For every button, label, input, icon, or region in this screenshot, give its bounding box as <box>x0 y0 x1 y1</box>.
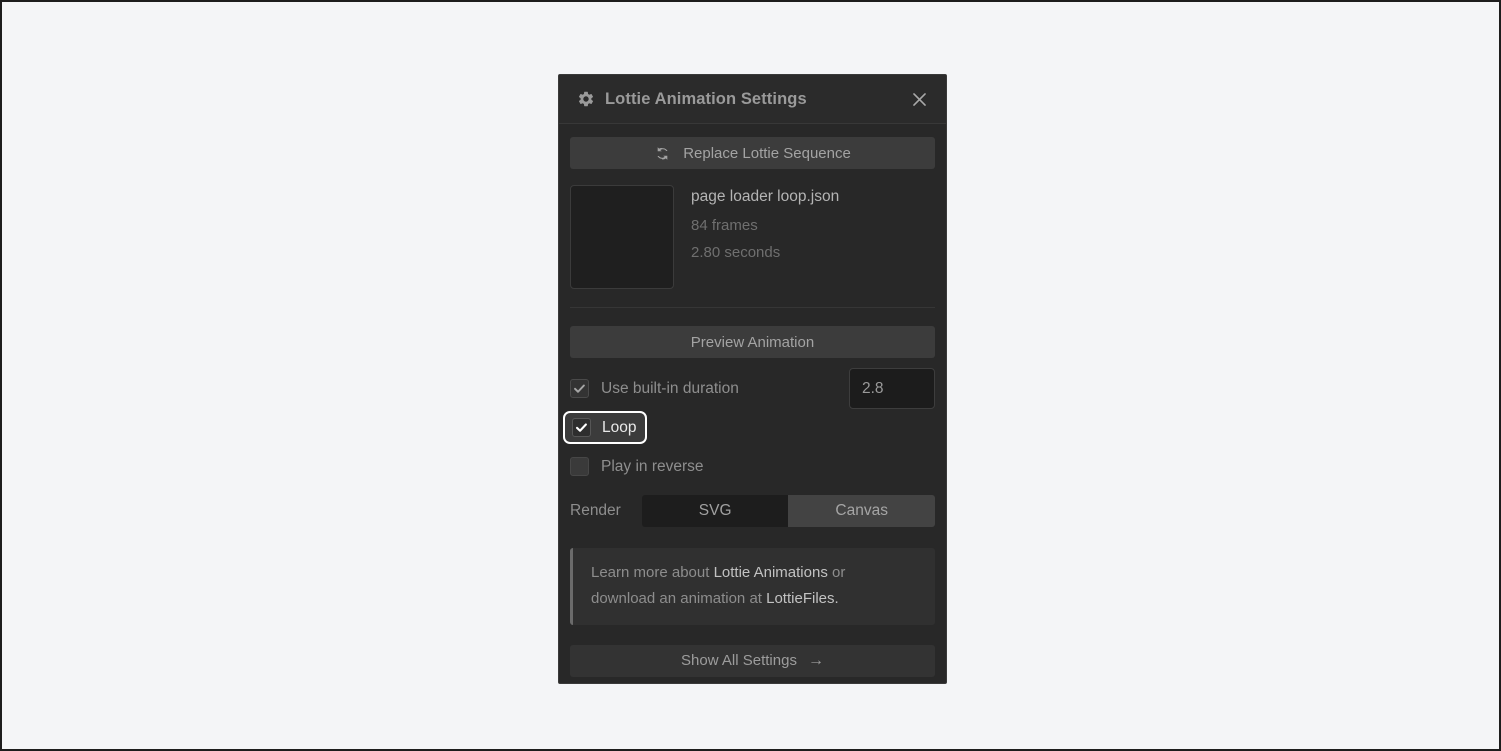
render-option-svg[interactable]: SVG <box>641 495 789 527</box>
render-label: Render <box>570 502 621 519</box>
info-note: Learn more about Lottie Animations or do… <box>570 548 935 625</box>
preview-animation-label: Preview Animation <box>690 333 815 351</box>
note-line1-prefix: Learn more about <box>591 564 714 581</box>
page-root: Lottie Animation Settings Replace Lottie… <box>0 0 1501 751</box>
show-all-settings-button[interactable]: Show All Settings → <box>570 644 935 677</box>
option-row-play-in-reverse: Play in reverse <box>570 450 935 483</box>
lottiefiles-link[interactable]: LottieFiles. <box>766 590 839 607</box>
render-segmented-control: SVG Canvas <box>641 495 935 527</box>
refresh-icon <box>654 145 671 162</box>
checkbox-play-in-reverse[interactable] <box>570 457 589 476</box>
render-option-canvas[interactable]: Canvas <box>788 495 935 527</box>
file-frames: 84 frames <box>691 216 758 234</box>
file-info-row: page loader loop.json 84 frames 2.80 sec… <box>570 185 935 308</box>
show-all-settings-label: Show All Settings <box>681 652 797 670</box>
duration-input[interactable] <box>849 368 935 409</box>
panel-header: Lottie Animation Settings <box>559 75 946 124</box>
show-all-settings-wrap: Show All Settings → <box>570 644 935 677</box>
option-row-loop: Loop <box>563 411 935 444</box>
arrow-right-icon: → <box>807 651 824 669</box>
check-icon <box>575 423 587 432</box>
animation-thumbnail[interactable] <box>570 185 674 289</box>
lottie-animations-link[interactable]: Lottie Animations <box>714 564 828 581</box>
label-play-in-reverse: Play in reverse <box>601 457 704 475</box>
note-text: Learn more about Lottie Animations or do… <box>573 548 861 625</box>
label-use-builtin-duration: Use built-in duration <box>601 379 739 397</box>
close-icon[interactable] <box>906 86 932 112</box>
label-loop: Loop <box>602 418 637 436</box>
file-name: page loader loop.json <box>691 188 840 205</box>
lottie-settings-panel: Lottie Animation Settings Replace Lottie… <box>558 74 947 684</box>
check-icon <box>574 384 585 393</box>
preview-animation-wrap: Preview Animation <box>570 326 935 358</box>
note-line1-suffix: or <box>827 564 846 581</box>
preview-animation-button[interactable]: Preview Animation <box>570 326 935 358</box>
panel-body: Replace Lottie Sequence page loader loop… <box>559 124 946 683</box>
option-row-use-builtin-duration: Use built-in duration <box>570 368 935 409</box>
checkbox-loop[interactable] <box>572 418 591 437</box>
checkbox-use-builtin-duration[interactable] <box>570 379 589 398</box>
note-line2-prefix: download an animation at <box>591 589 767 607</box>
gear-icon <box>577 90 595 108</box>
render-row: Render SVG Canvas <box>570 495 935 527</box>
file-duration: 2.80 seconds <box>691 243 781 261</box>
replace-lottie-sequence-button[interactable]: Replace Lottie Sequence <box>570 137 935 169</box>
checkbox-loop-focus-group[interactable]: Loop <box>563 411 648 444</box>
replace-lottie-sequence-label: Replace Lottie Sequence <box>683 144 851 162</box>
panel-title: Lottie Animation Settings <box>605 89 807 108</box>
file-meta: page loader loop.json 84 frames 2.80 sec… <box>691 185 839 289</box>
